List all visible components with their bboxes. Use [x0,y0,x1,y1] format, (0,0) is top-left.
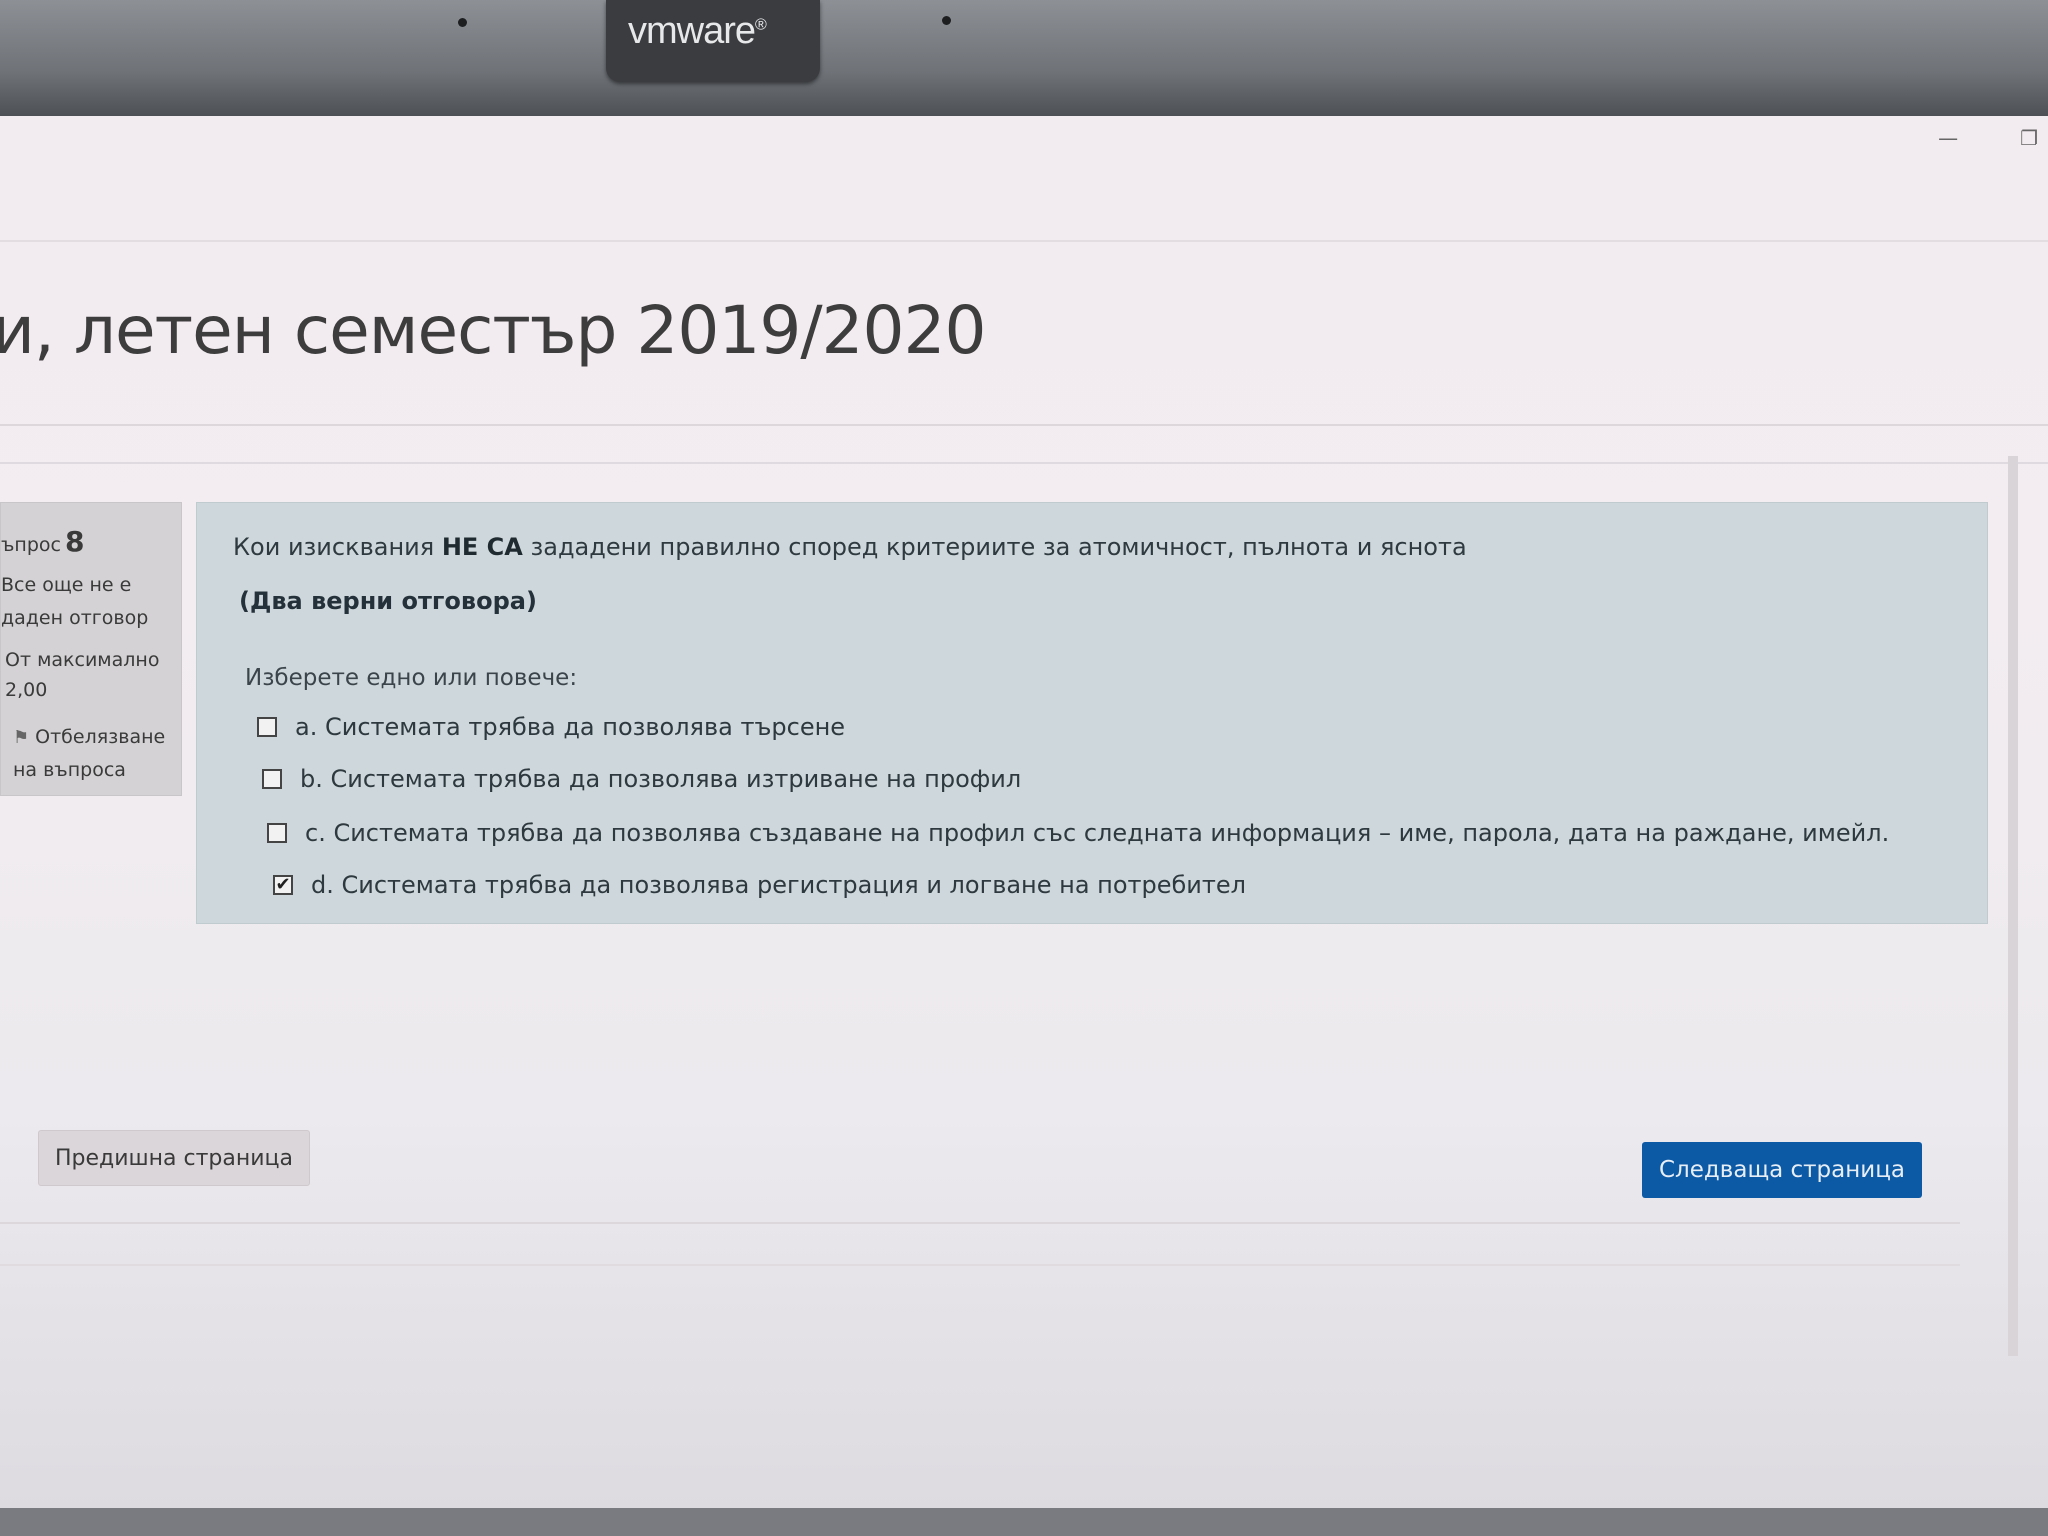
bezel-dot-left [458,18,467,27]
answer-option-d[interactable]: ✔ d. Системата трябва да позволява регис… [273,871,1246,899]
title-divider [0,424,2048,426]
answer-option-b[interactable]: b. Системата трябва да позволява изтрива… [262,765,1021,793]
question-note: (Два верни отговора) [239,587,537,615]
check-mark-icon: ✔ [275,874,291,895]
minimize-icon[interactable]: — [1938,126,1958,150]
checkbox-d[interactable]: ✔ [273,875,293,895]
flag-icon: ⚑ [13,727,30,748]
answer-prompt: Изберете едно или повече: [245,665,578,691]
bezel-dot-right [942,16,951,25]
laptop-bezel: vmware® [0,0,2048,120]
checkbox-a[interactable] [257,717,277,737]
scrollbar[interactable] [2008,456,2018,1356]
question-info-panel: ъпрос 8 Все още не е даден отговор От мак… [0,502,182,796]
restore-icon[interactable]: ❐ [2020,126,2038,150]
previous-page-button[interactable]: Предишна страница [38,1130,310,1186]
footer-divider [0,1222,1960,1224]
taskbar [0,1508,2048,1536]
checkbox-b[interactable] [262,769,282,789]
page-title: и, летен семестър 2019/2020 [0,292,987,369]
vmware-logo: vmware® [628,10,767,52]
answer-option-c[interactable]: c. Системата трябва да позволява създава… [267,819,1889,847]
answer-label-a: a. Системата трябва да позволява търсене [295,713,846,741]
question-number: ъпрос 8 [1,525,85,558]
question-card: Кои изисквания НЕ СА зададени правилно с… [196,502,1988,924]
question-text: Кои изисквания НЕ СА зададени правилно с… [233,533,1467,561]
next-page-button[interactable]: Следваща страница [1642,1142,1922,1198]
flag-question-link[interactable]: ⚑ Отбелязване на въпроса [13,721,179,786]
footer-divider-2 [0,1264,1960,1266]
vmware-toolbar-tab[interactable]: vmware® [606,0,820,82]
answer-label-c: c. Системата трябва да позволява създава… [305,819,1890,847]
content-divider [0,462,2048,464]
window-controls: — ❐ [1938,126,2038,150]
guest-screen: — ❐ и, летен семестър 2019/2020 ъпрос 8 В… [0,116,2048,1536]
question-mark: От максимално 2,00 [5,649,160,701]
question-state: Все още не е даден отговор [1,574,149,629]
answer-option-a[interactable]: a. Системата трябва да позволява търсене [257,713,845,741]
checkbox-c[interactable] [267,823,287,843]
answer-label-d: d. Системата трябва да позволява регистр… [311,871,1246,899]
answer-label-b: b. Системата трябва да позволява изтрива… [300,765,1022,793]
header-divider [0,240,2048,242]
